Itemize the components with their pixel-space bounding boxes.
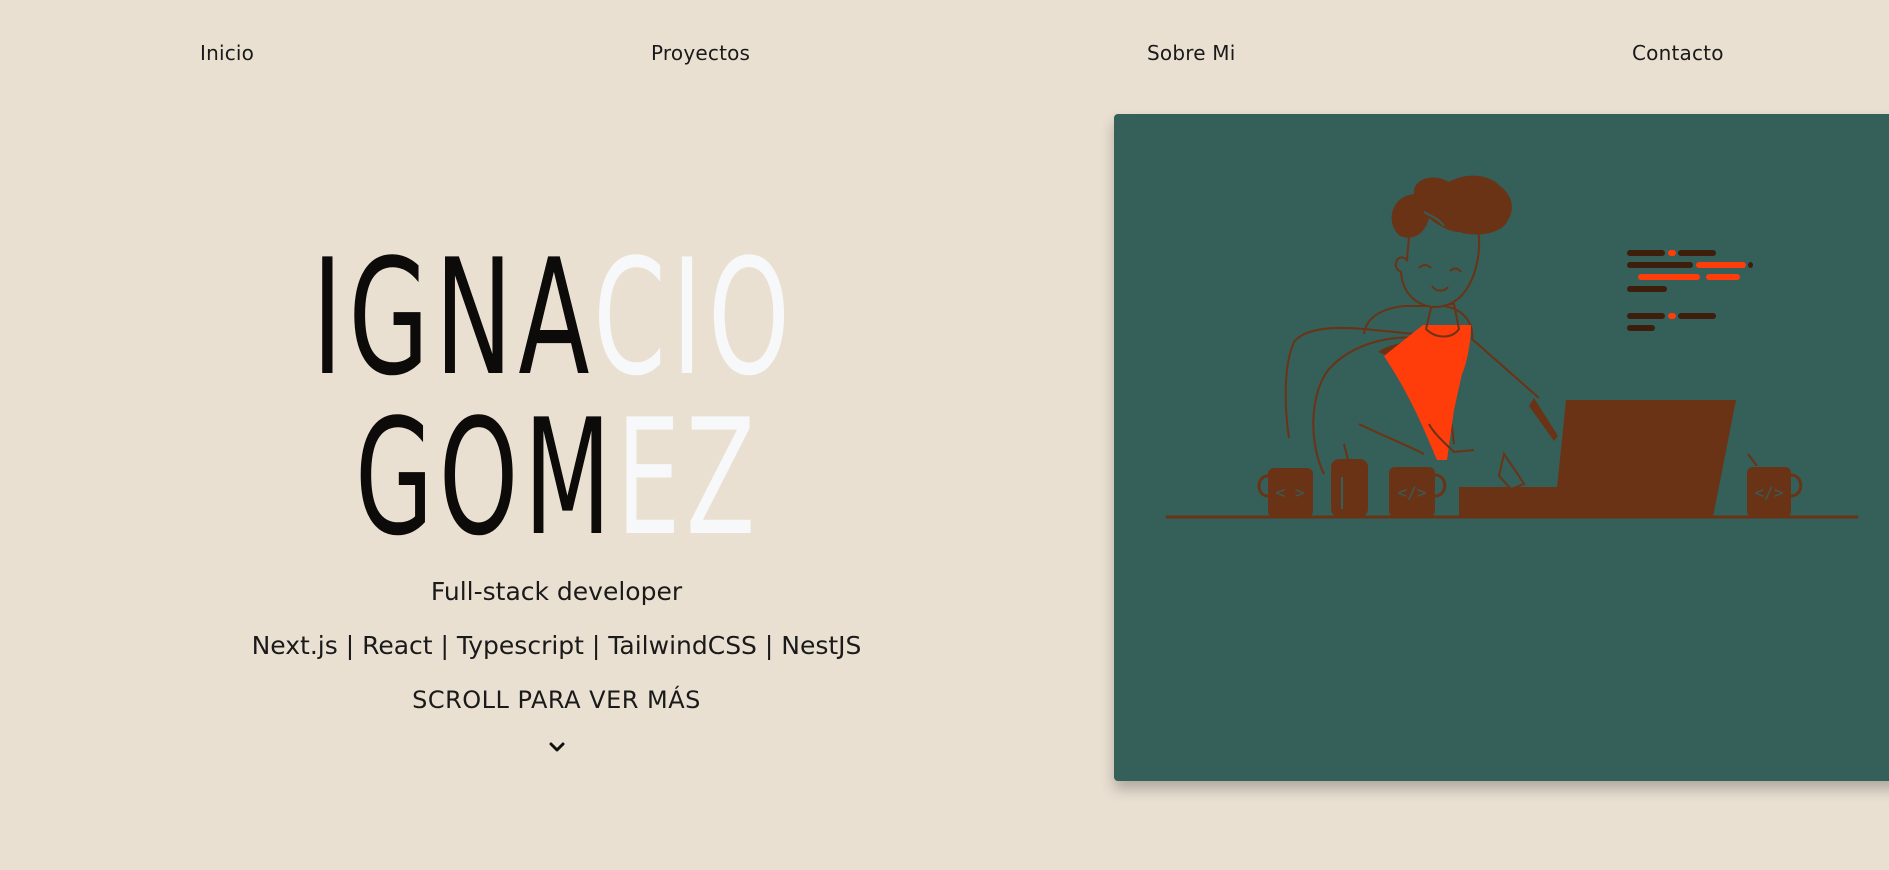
hero-name-first-dark: IGNA [312,224,594,411]
code-lines-graphic [1627,250,1753,331]
tech-stack-list: Next.js | React | Typescript | TailwindC… [251,631,862,660]
hero-name-first: IGNACIO [312,238,796,398]
svg-text:</>: </> [1398,483,1427,502]
person-figure [1284,175,1558,475]
hero-name-first-light: CIO [593,224,796,411]
nav-link-sobre-mi[interactable]: Sobre Mi [1147,41,1236,65]
hero-name-last: GOMEZ [355,398,761,558]
developer-illustration: < > </> </> [1165,175,1859,519]
nav-link-contacto[interactable]: Contacto [1632,41,1724,65]
svg-text:</>: </> [1755,483,1784,502]
laptop-graphic [1459,400,1736,517]
svg-text:< >: < > [1276,483,1305,502]
scroll-cta[interactable]: SCROLL PARA VER MÁS [0,686,1113,714]
chevron-down-icon[interactable] [548,740,566,754]
illustration-card: < > </> </> [1114,114,1889,781]
hero-subtitle: Full-stack developer [430,577,683,606]
hero-name-last-light: EZ [616,384,761,571]
hero-name-last-dark: GOM [355,384,617,571]
hero-section: IGNACIO GOMEZ Full-stack developer Next.… [0,0,1113,870]
